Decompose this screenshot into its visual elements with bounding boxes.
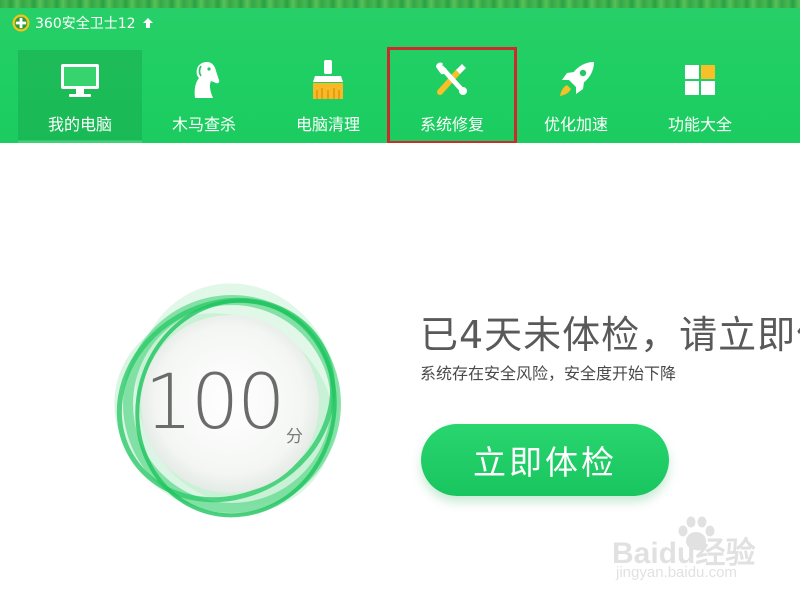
brush-icon xyxy=(313,60,343,99)
upgrade-arrow-icon[interactable] xyxy=(142,17,154,29)
nav-item-cleanup[interactable]: 电脑清理 xyxy=(266,50,390,141)
app-grid-icon xyxy=(685,65,715,95)
nav-label: 优化加速 xyxy=(543,115,608,134)
360-logo-icon xyxy=(12,14,30,32)
monitor-icon xyxy=(61,64,99,97)
app-title: 360安全卫士12 xyxy=(35,16,136,32)
nav-item-my-computer[interactable]: 我的电脑 xyxy=(18,50,142,143)
baidu-watermark: Baidu经验 jingyan.baidu.com xyxy=(612,514,792,590)
checkup-headline: 已4天未体检，请立即体 xyxy=(420,313,800,357)
score-unit: 分 xyxy=(286,427,303,447)
risk-subtext: 系统存在安全风险，安全度开始下降 xyxy=(420,364,677,383)
header: 360安全卫士12 我的电脑 木马查杀 电脑清理 系统修复 优化加速 功能大全 xyxy=(0,0,800,143)
wrench-screwdriver-icon xyxy=(436,62,467,95)
main-nav: 我的电脑 木马查杀 电脑清理 系统修复 优化加速 功能大全 xyxy=(18,47,800,143)
app-window: 360安全卫士12 我的电脑 木马查杀 电脑清理 系统修复 优化加速 功能大全 … xyxy=(0,0,800,600)
nav-label: 电脑清理 xyxy=(295,115,360,134)
nav-label: 木马查杀 xyxy=(171,115,236,134)
nav-item-speedup[interactable]: 优化加速 xyxy=(514,50,638,141)
nav-item-software[interactable]: 软 xyxy=(762,50,800,141)
checkup-now-button[interactable]: 立即体检 xyxy=(421,424,669,496)
watermark-url-text: jingyan.baidu.com xyxy=(616,564,737,581)
title-bar: 360安全卫士12 xyxy=(12,12,154,34)
rocket-icon xyxy=(560,62,594,96)
header-background-strip xyxy=(0,0,800,8)
nav-label: 系统修复 xyxy=(419,115,484,134)
nav-item-system-repair[interactable]: 系统修复 xyxy=(387,47,517,143)
security-score-gauge: 100 分 xyxy=(108,268,354,532)
nav-item-all-features[interactable]: 功能大全 xyxy=(638,50,762,141)
horse-icon xyxy=(194,62,220,98)
nav-label: 我的电脑 xyxy=(47,115,112,134)
nav-item-trojan-scan[interactable]: 木马查杀 xyxy=(142,50,266,141)
security-score: 100 xyxy=(144,357,285,446)
nav-label: 功能大全 xyxy=(667,115,732,134)
